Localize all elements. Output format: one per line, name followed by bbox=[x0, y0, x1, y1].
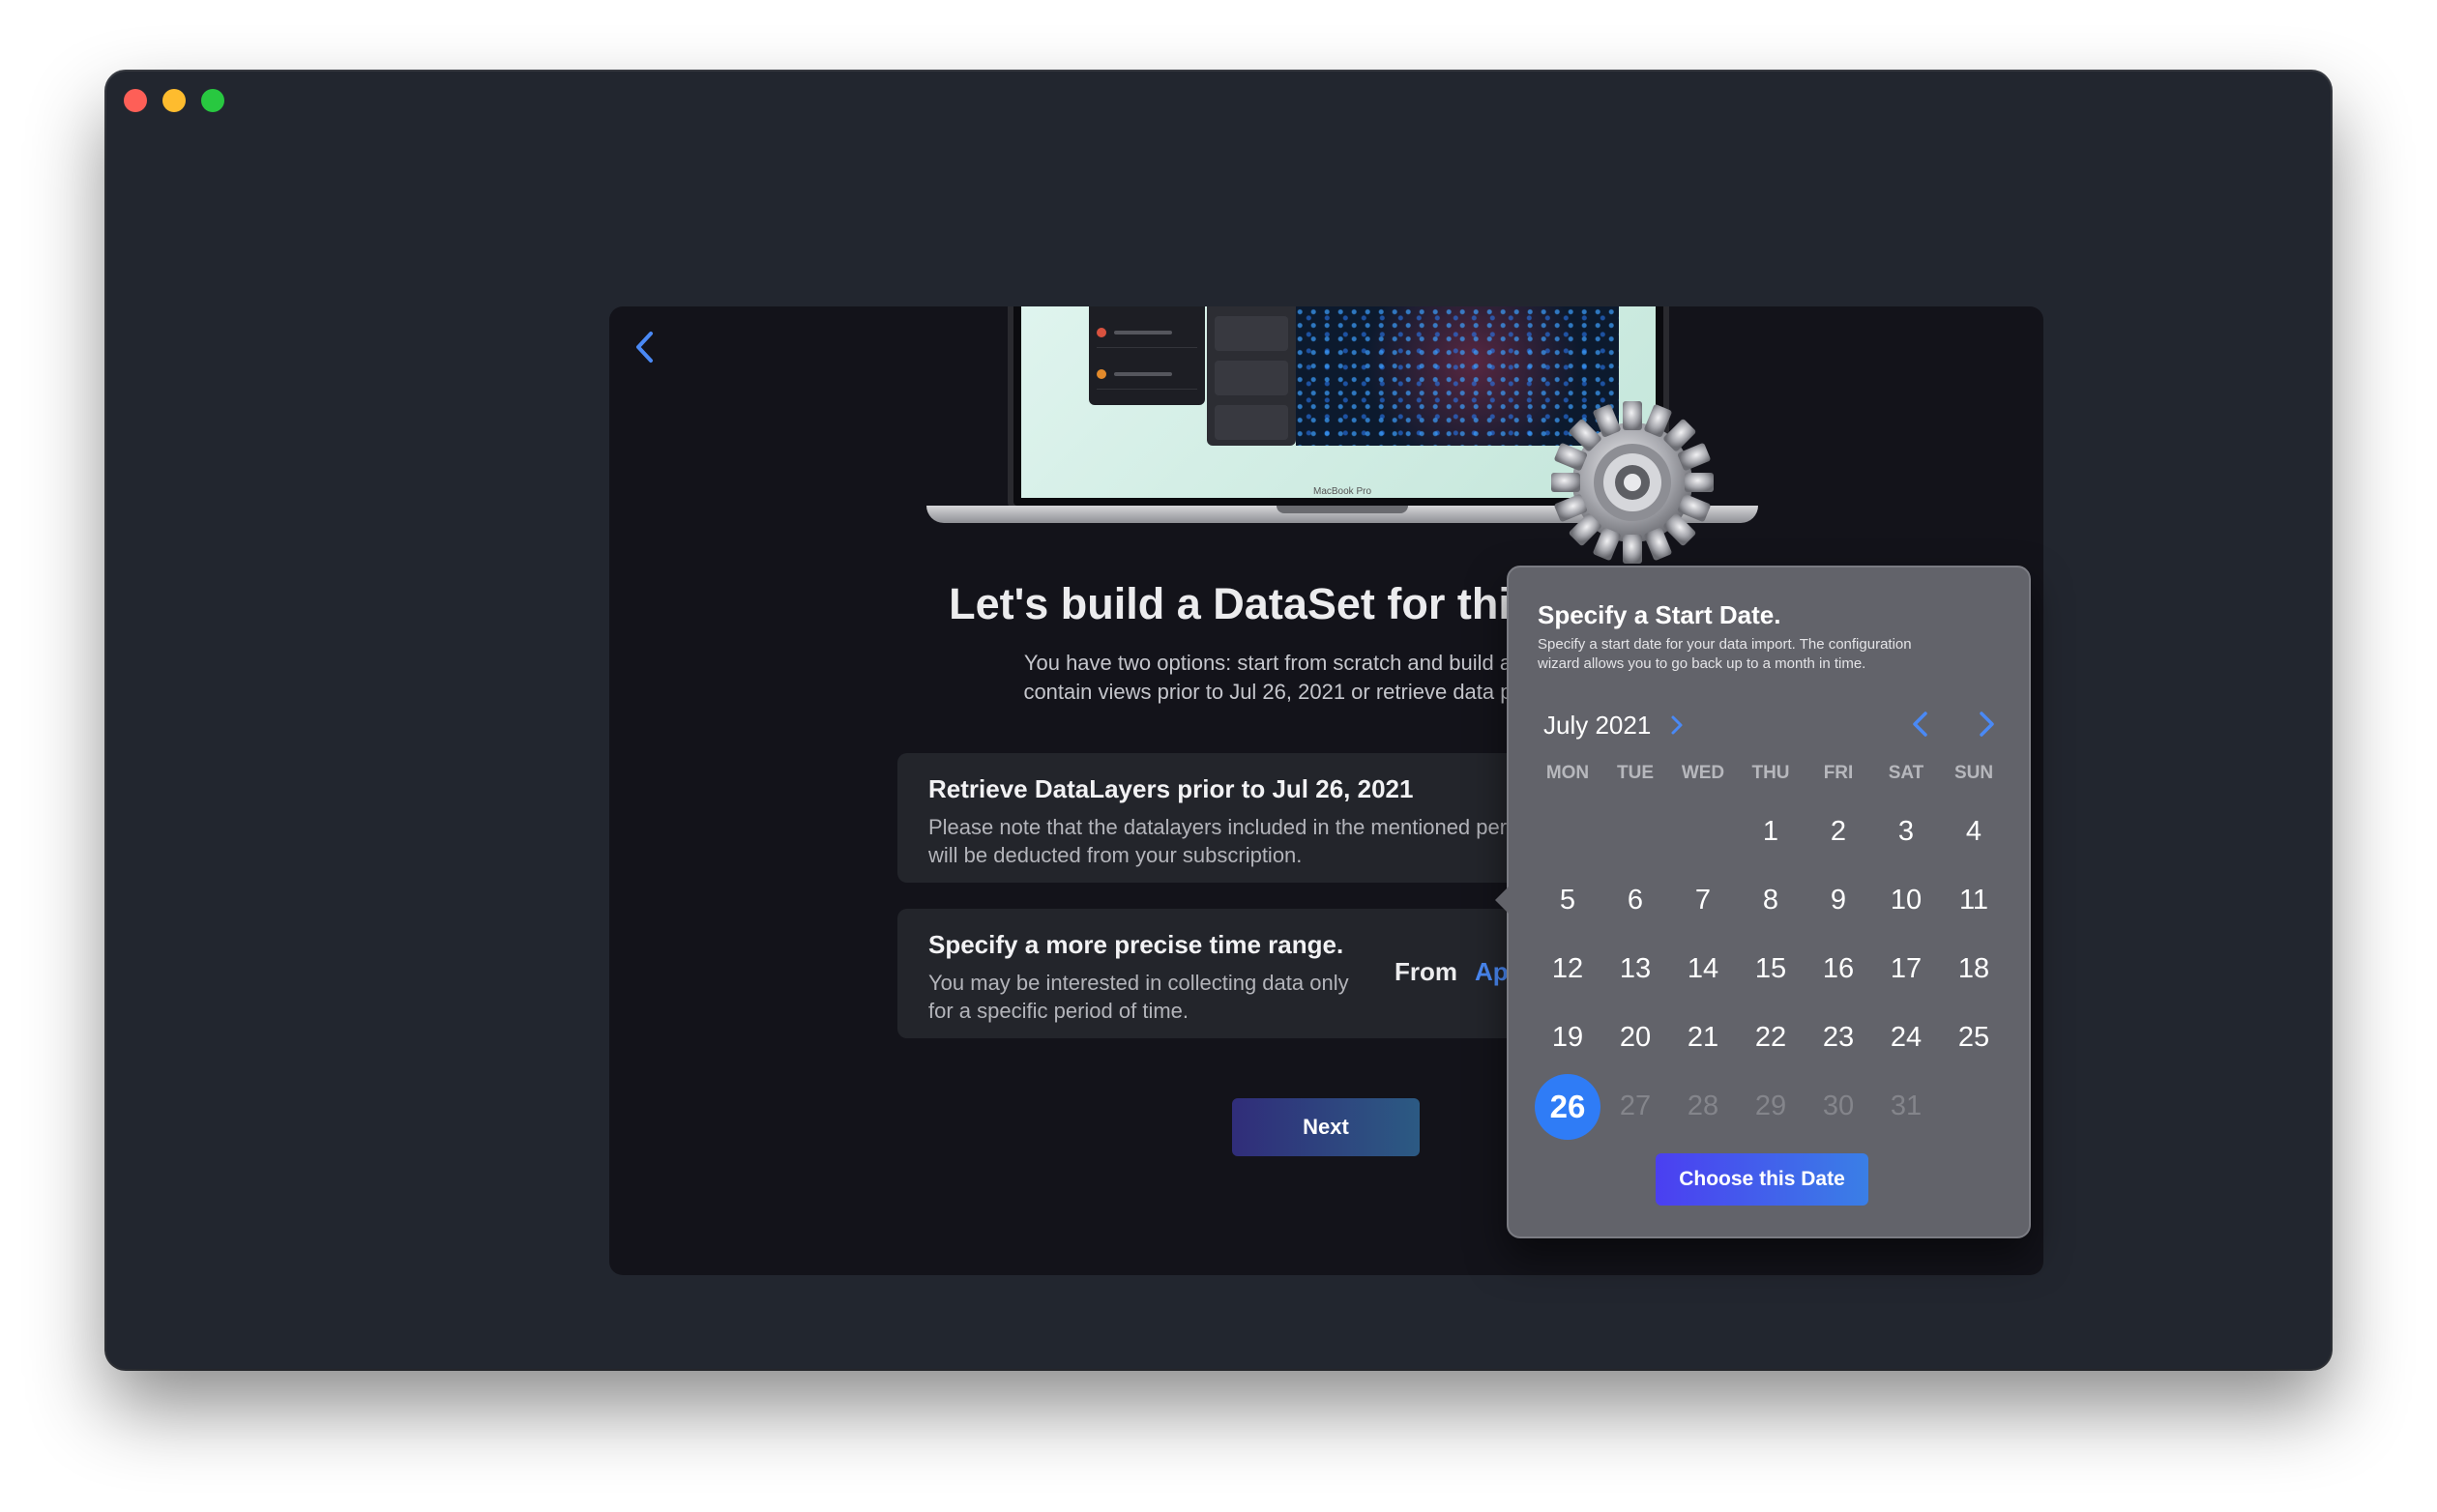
calendar-day[interactable]: 16 bbox=[1805, 935, 1872, 1003]
calendar-day[interactable]: 4 bbox=[1940, 798, 2008, 866]
weekday-label: TUE bbox=[1617, 763, 1654, 783]
chevron-right-icon[interactable] bbox=[1667, 712, 1687, 738]
calendar-empty-cell bbox=[1940, 1072, 2008, 1141]
calendar-day: 30 bbox=[1822, 1090, 1855, 1121]
calendar-day[interactable]: 21 bbox=[1669, 1003, 1737, 1072]
next-month-button[interactable] bbox=[1973, 709, 2000, 740]
calendar-day[interactable]: 23 bbox=[1805, 1003, 1872, 1072]
laptop-notch bbox=[1277, 506, 1408, 513]
retrieve-datalayers-option: Retrieve DataLayers prior to Jul 26, 202… bbox=[897, 753, 1625, 883]
calendar-day[interactable]: 2 bbox=[1805, 798, 1872, 866]
minimize-window-button[interactable] bbox=[162, 89, 186, 112]
weekday-label: MON bbox=[1545, 763, 1590, 783]
calendar-day[interactable]: 13 bbox=[1601, 935, 1669, 1003]
calendar-day: 29 bbox=[1754, 1090, 1787, 1121]
weekday-label: WED bbox=[1681, 763, 1725, 783]
gear-icon bbox=[1551, 401, 1714, 564]
layer-card-illustration bbox=[1207, 306, 1296, 446]
weekday-label: SAT bbox=[1888, 763, 1924, 783]
popover-title: Specify a Start Date. bbox=[1538, 600, 1781, 629]
story-card-illustration bbox=[1089, 306, 1205, 405]
option-description: Please note that the datalayers included… bbox=[928, 815, 1536, 867]
choose-date-button[interactable]: Choose this Date bbox=[1656, 1153, 1868, 1206]
calendar-day[interactable]: 25 bbox=[1940, 1003, 2008, 1072]
weekday-header: MON TUE WED THU FRI SAT SUN bbox=[1534, 763, 2008, 784]
calendar-day[interactable]: 24 bbox=[1872, 1003, 1940, 1072]
close-window-button[interactable] bbox=[124, 89, 147, 112]
calendar-day[interactable]: 19 bbox=[1534, 1003, 1601, 1072]
popover-description: Specify a start date for your data impor… bbox=[1538, 636, 1912, 672]
calendar-week: 19 20 21 22 23 24 25 bbox=[1534, 1003, 2008, 1072]
calendar-empty-cell bbox=[1534, 798, 1601, 866]
calendar-week: 12 13 14 15 16 17 18 bbox=[1534, 935, 2008, 1003]
popover-arrow bbox=[1495, 887, 1509, 914]
calendar-day[interactable]: 22 bbox=[1737, 1003, 1805, 1072]
calendar-day[interactable]: 11 bbox=[1940, 866, 2008, 935]
calendar-day[interactable]: 17 bbox=[1872, 935, 1940, 1003]
calendar-week: 5 6 7 8 9 10 11 bbox=[1534, 866, 2008, 935]
calendar-day[interactable]: 9 bbox=[1805, 866, 1872, 935]
weekday-label: SUN bbox=[1953, 763, 1994, 783]
calendar-day[interactable]: 20 bbox=[1601, 1003, 1669, 1072]
calendar-day: 28 bbox=[1687, 1090, 1719, 1121]
option-description: You may be interested in collecting data… bbox=[928, 971, 1349, 1023]
time-range-option: Specify a more precise time range. You m… bbox=[897, 909, 1574, 1038]
hero-illustration: MacBook Pro bbox=[926, 306, 1758, 577]
calendar-day[interactable]: 7 bbox=[1669, 866, 1737, 935]
calendar-day: 31 bbox=[1890, 1090, 1923, 1121]
calendar-empty-cell bbox=[1669, 798, 1737, 866]
weekday-label: FRI bbox=[1823, 763, 1854, 783]
next-button[interactable]: Next bbox=[1232, 1098, 1420, 1156]
calendar-day[interactable]: 3 bbox=[1872, 798, 1940, 866]
device-label: MacBook Pro bbox=[1312, 486, 1372, 497]
previous-month-button[interactable] bbox=[1907, 709, 1934, 740]
chevron-left-icon bbox=[636, 332, 653, 363]
calendar-grid: 1 2 3 4 5 6 7 8 9 10 11 12 13 14 15 16 17 18 19 20 21 22 23 24 2… bbox=[1534, 798, 2008, 1141]
calendar-day[interactable]: 1 bbox=[1737, 798, 1805, 866]
calendar-day: 27 bbox=[1619, 1090, 1652, 1121]
from-label: From bbox=[1395, 957, 1457, 986]
calendar-day[interactable]: 15 bbox=[1737, 935, 1805, 1003]
calendar-empty-cell bbox=[1601, 798, 1669, 866]
calendar-week: 1234 bbox=[1534, 798, 2008, 866]
back-button[interactable] bbox=[625, 324, 663, 370]
calendar-day[interactable]: 10 bbox=[1872, 866, 1940, 935]
calendar-day[interactable]: 12 bbox=[1534, 935, 1601, 1003]
month-label[interactable]: July 2021 bbox=[1543, 711, 1651, 741]
calendar-day[interactable]: 8 bbox=[1737, 866, 1805, 935]
date-picker-popover: Specify a Start Date. Specify a start da… bbox=[1495, 566, 2031, 1238]
weekday-label: THU bbox=[1751, 763, 1790, 783]
calendar-week: 26 27 28 29 30 31 bbox=[1534, 1072, 2008, 1141]
calendar-day[interactable]: 18 bbox=[1940, 935, 2008, 1003]
calendar-day-selected[interactable]: 26 bbox=[1534, 1072, 1601, 1141]
calendar-day[interactable]: 5 bbox=[1534, 866, 1601, 935]
option-title: Retrieve DataLayers prior to Jul 26, 202… bbox=[928, 774, 1414, 803]
calendar-day[interactable]: 14 bbox=[1669, 935, 1737, 1003]
option-title: Specify a more precise time range. bbox=[928, 930, 1344, 959]
selected-day-indicator: 26 bbox=[1535, 1073, 1600, 1140]
zoom-window-button[interactable] bbox=[201, 89, 224, 112]
calendar-day[interactable]: 6 bbox=[1601, 866, 1669, 935]
